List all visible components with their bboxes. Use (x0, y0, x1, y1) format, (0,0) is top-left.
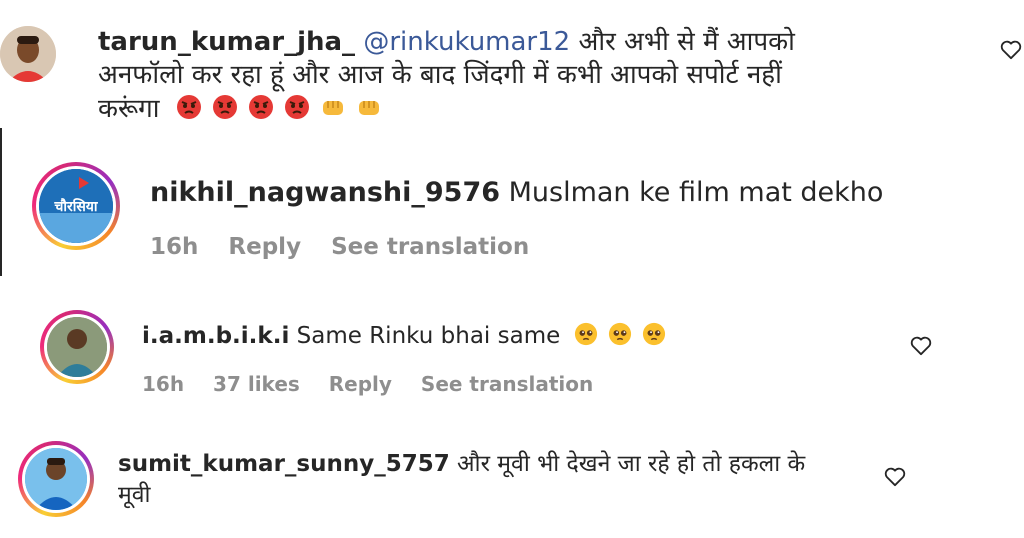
pleading-face-icon (608, 322, 631, 346)
comment-text-line1: और मूवी भी देखने जा रहे हो तो हकला के (457, 451, 806, 477)
heart-icon[interactable] (1000, 40, 1022, 60)
oncoming-fist-icon (322, 100, 343, 115)
avatar[interactable]: चौरसिया (32, 162, 120, 250)
comment-meta: 16h 37 likes Reply See translation (142, 372, 615, 396)
comment-username[interactable]: sumit_kumar_sunny_5757 (118, 451, 450, 477)
comment-text-line2: मूवी (118, 482, 151, 509)
oncoming-fist-icon (358, 100, 379, 115)
avatar-photo-icon (25, 448, 87, 510)
comment-text-line1: और अभी से मैं आपको (578, 27, 795, 57)
heart-icon[interactable] (884, 467, 906, 487)
avatar-caption: चौरसिया (54, 199, 98, 215)
comment-text-line3: करूंगा (98, 93, 160, 124)
comment-username[interactable]: tarun_kumar_jha_ (98, 27, 355, 57)
comment-text: Muslman ke film mat dekho (508, 177, 884, 208)
comment-body: i.a.m.b.i.k.i Same Rinku bhai same (142, 322, 842, 351)
likes-count[interactable]: 37 likes (213, 372, 300, 396)
comment-meta: 16h Reply See translation (150, 234, 551, 260)
pleading-face-icon (574, 322, 597, 346)
comment-item: sumit_kumar_sunny_5757 और मूवी भी देखने … (0, 425, 1024, 538)
heart-icon[interactable] (910, 336, 932, 356)
comment-item: i.a.m.b.i.k.i Same Rinku bhai same 16h 3… (0, 300, 1024, 410)
comment-time: 16h (150, 234, 199, 260)
reply-button[interactable]: Reply (329, 372, 392, 396)
angry-face-icon (212, 94, 237, 119)
angry-face-icon (248, 94, 273, 119)
reply-button[interactable]: Reply (228, 234, 301, 260)
comment-body: nikhil_nagwanshi_9576 Muslman ke film ma… (150, 176, 930, 211)
avatar-photo-icon (47, 317, 107, 377)
avatar[interactable] (40, 310, 114, 384)
comment-item: tarun_kumar_jha_ @rinkukumar12 और अभी से… (0, 0, 1024, 128)
angry-face-icon (284, 94, 309, 119)
comment-username[interactable]: i.a.m.b.i.k.i (142, 323, 289, 349)
avatar-photo-icon (0, 26, 56, 82)
mention-link[interactable]: @rinkukumar12 (363, 27, 570, 57)
comment-username[interactable]: nikhil_nagwanshi_9576 (150, 177, 500, 208)
comment-text: Same Rinku bhai same (296, 323, 561, 349)
comment-time: 16h (142, 372, 185, 396)
see-translation-link[interactable]: See translation (331, 234, 529, 260)
angry-face-icon (176, 94, 201, 119)
comment-body: tarun_kumar_jha_ @rinkukumar12 और अभी से… (98, 26, 978, 126)
avatar[interactable] (0, 26, 56, 82)
comment-text-line2: अनफॉलो कर रहा हूं और आज के बाद जिंदगी मे… (98, 60, 782, 91)
comment-body: sumit_kumar_sunny_5757 और मूवी भी देखने … (118, 449, 858, 511)
avatar[interactable] (18, 441, 94, 517)
see-translation-link[interactable]: See translation (421, 372, 593, 396)
reply-item: चौरसिया nikhil_nagwanshi_9576 Muslman ke… (0, 150, 1024, 280)
pleading-face-icon (642, 322, 665, 346)
